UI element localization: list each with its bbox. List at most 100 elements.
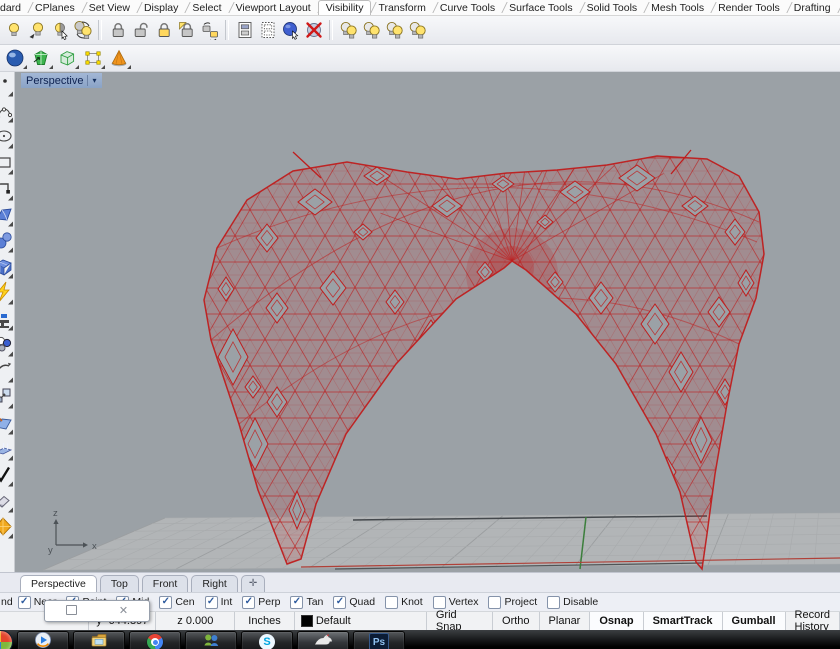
new-viewport-tab-icon[interactable]: ✛	[241, 575, 265, 592]
osnap-toggle-vertex[interactable]: Vertex	[433, 596, 479, 609]
extrude-plank-icon[interactable]	[0, 436, 14, 462]
menu-tab-curve-tools[interactable]: Curve Tools	[433, 1, 502, 15]
wire-box-icon[interactable]	[54, 46, 80, 70]
menu-tab-drafting[interactable]: Drafting	[787, 1, 838, 15]
spheres-icon[interactable]	[0, 228, 14, 254]
menu-tab-set-view[interactable]: Set View	[82, 1, 137, 15]
ellipse-icon[interactable]	[0, 124, 14, 150]
menu-tab-cplanes[interactable]: CPlanes	[28, 1, 82, 15]
rotate-arc-icon[interactable]	[0, 358, 14, 384]
osnap-end-label-clipped[interactable]: nd	[1, 596, 13, 608]
viewport-tab-top[interactable]: Top	[100, 575, 139, 592]
menu-tab-render-tools[interactable]: Render Tools	[711, 1, 787, 15]
taskbar-explorer-folder-button[interactable]	[73, 631, 125, 649]
curve-points-icon[interactable]	[0, 98, 14, 124]
taskbar-photoshop-button[interactable]: Ps	[353, 631, 405, 649]
viewport-tab-perspective[interactable]: Perspective	[20, 575, 97, 592]
isolate-sphere-icon[interactable]	[279, 18, 302, 42]
maximize-icon[interactable]	[66, 605, 77, 618]
bulbs-pair-1-icon[interactable]	[337, 18, 360, 42]
menu-tab-dard[interactable]: dard	[0, 1, 28, 15]
viewport-title-dropdown[interactable]: Perspective ▾	[21, 73, 102, 88]
bulb-swap-icon[interactable]	[71, 18, 94, 42]
circles-group-icon[interactable]	[0, 332, 14, 358]
status-pane-smarttrack[interactable]: SmartTrack	[644, 612, 723, 630]
lightning-icon[interactable]	[0, 280, 14, 306]
bulb-on-icon[interactable]	[2, 18, 25, 42]
windows-start-orb[interactable]	[0, 630, 13, 649]
status-pane-planar[interactable]: Planar	[540, 612, 591, 630]
shaded-sphere-icon[interactable]	[2, 46, 28, 70]
checkbox-unchecked-icon[interactable]	[547, 596, 560, 609]
status-pane-gumball[interactable]: Gumball	[723, 612, 786, 630]
checkbox-checked-icon[interactable]: ✓	[242, 596, 255, 609]
checkbox-checked-icon[interactable]: ✓	[290, 596, 303, 609]
diamond-gold-icon[interactable]	[0, 514, 14, 540]
viewport-canvas[interactable]: zxy	[15, 72, 840, 572]
lock-swap-icon[interactable]	[198, 18, 221, 42]
osnap-toggle-cen[interactable]: ✓Cen	[159, 596, 194, 609]
osnap-toggle-int[interactable]: ✓Int	[205, 596, 233, 609]
osnap-toggle-project[interactable]: Project	[488, 596, 537, 609]
polyline-icon[interactable]	[0, 176, 14, 202]
scale-boxes-icon[interactable]	[0, 384, 14, 410]
control-points-icon[interactable]	[80, 46, 106, 70]
lock-yellow-icon[interactable]	[152, 18, 175, 42]
mesh-box-icon[interactable]	[0, 254, 14, 280]
layer-panel-icon[interactable]	[233, 18, 256, 42]
checkbox-unchecked-icon[interactable]	[488, 596, 501, 609]
osnap-toggle-perp[interactable]: ✓Perp	[242, 596, 280, 609]
lock-open-icon[interactable]	[129, 18, 152, 42]
osnap-toggle-quad[interactable]: ✓Quad	[333, 596, 375, 609]
checkbox-checked-icon[interactable]: ✓	[205, 596, 218, 609]
checkbox-unchecked-icon[interactable]	[385, 596, 398, 609]
status-pane-record-history[interactable]: Record History	[786, 612, 840, 630]
surface-patch-icon[interactable]	[0, 202, 14, 228]
menu-tab-solid-tools[interactable]: Solid Tools	[580, 1, 645, 15]
bulbs-pair-2-icon[interactable]	[360, 18, 383, 42]
osnap-toggle-knot[interactable]: Knot	[385, 596, 423, 609]
checkbox-checked-icon[interactable]: ✓	[18, 596, 31, 609]
viewport-tab-front[interactable]: Front	[142, 575, 189, 592]
status-pane-osnap[interactable]: Osnap	[590, 612, 643, 630]
unisolate-sphere-icon[interactable]	[302, 18, 325, 42]
lock-flap-icon[interactable]	[175, 18, 198, 42]
checkbox-checked-icon[interactable]: ✓	[159, 596, 172, 609]
checkbox-checked-icon[interactable]: ✓	[333, 596, 346, 609]
menu-tab-surface-tools[interactable]: Surface Tools	[502, 1, 579, 15]
viewport-tab-right[interactable]: Right	[191, 575, 238, 592]
menu-tab-transform[interactable]: Transform	[371, 1, 432, 15]
layer-panel-dotted-icon[interactable]	[256, 18, 279, 42]
status-pane-ortho[interactable]: Ortho	[493, 612, 540, 630]
taskbar-rhino-button[interactable]	[297, 631, 349, 649]
taskbar-media-player-button[interactable]	[17, 631, 69, 649]
menu-tab-visibility[interactable]: Visibility	[318, 0, 372, 15]
menu-tab-viewport-layout[interactable]: Viewport Layout	[229, 1, 318, 15]
menu-tab-display[interactable]: Display	[137, 1, 185, 15]
bulb-half-select-icon[interactable]	[48, 18, 71, 42]
cone-drape-icon[interactable]	[106, 46, 132, 70]
eraser-icon[interactable]	[0, 488, 14, 514]
check-mark-icon[interactable]	[0, 462, 14, 488]
rectangle-icon[interactable]	[0, 150, 14, 176]
close-icon[interactable]: ✕	[119, 606, 128, 617]
layer-cell[interactable]: Default	[295, 612, 427, 630]
point-icon[interactable]	[0, 72, 14, 98]
taskbar-messenger-button[interactable]	[185, 631, 237, 649]
bulb-show-icon[interactable]	[25, 18, 48, 42]
osnap-toggle-disable[interactable]: Disable	[547, 596, 598, 609]
menu-tab-select[interactable]: Select	[185, 1, 228, 15]
units-cell[interactable]: Inches	[235, 612, 295, 630]
status-pane-grid-snap[interactable]: Grid Snap	[427, 612, 493, 630]
bulbs-pair-3-icon[interactable]	[383, 18, 406, 42]
tilt-plane-icon[interactable]	[0, 410, 14, 436]
taskbar-chrome-button[interactable]	[129, 631, 181, 649]
taskbar-skype-button[interactable]: S	[241, 631, 293, 649]
osnap-toggle-tan[interactable]: ✓Tan	[290, 596, 323, 609]
bulbs-pair-4-icon[interactable]	[406, 18, 429, 42]
menu-tab-mesh-tools[interactable]: Mesh Tools	[644, 1, 711, 15]
lock-closed-icon[interactable]	[106, 18, 129, 42]
clip-gem-icon[interactable]	[28, 46, 54, 70]
anvil-icon[interactable]	[0, 306, 14, 332]
viewport-perspective[interactable]: zxy Perspective ▾	[15, 72, 840, 572]
